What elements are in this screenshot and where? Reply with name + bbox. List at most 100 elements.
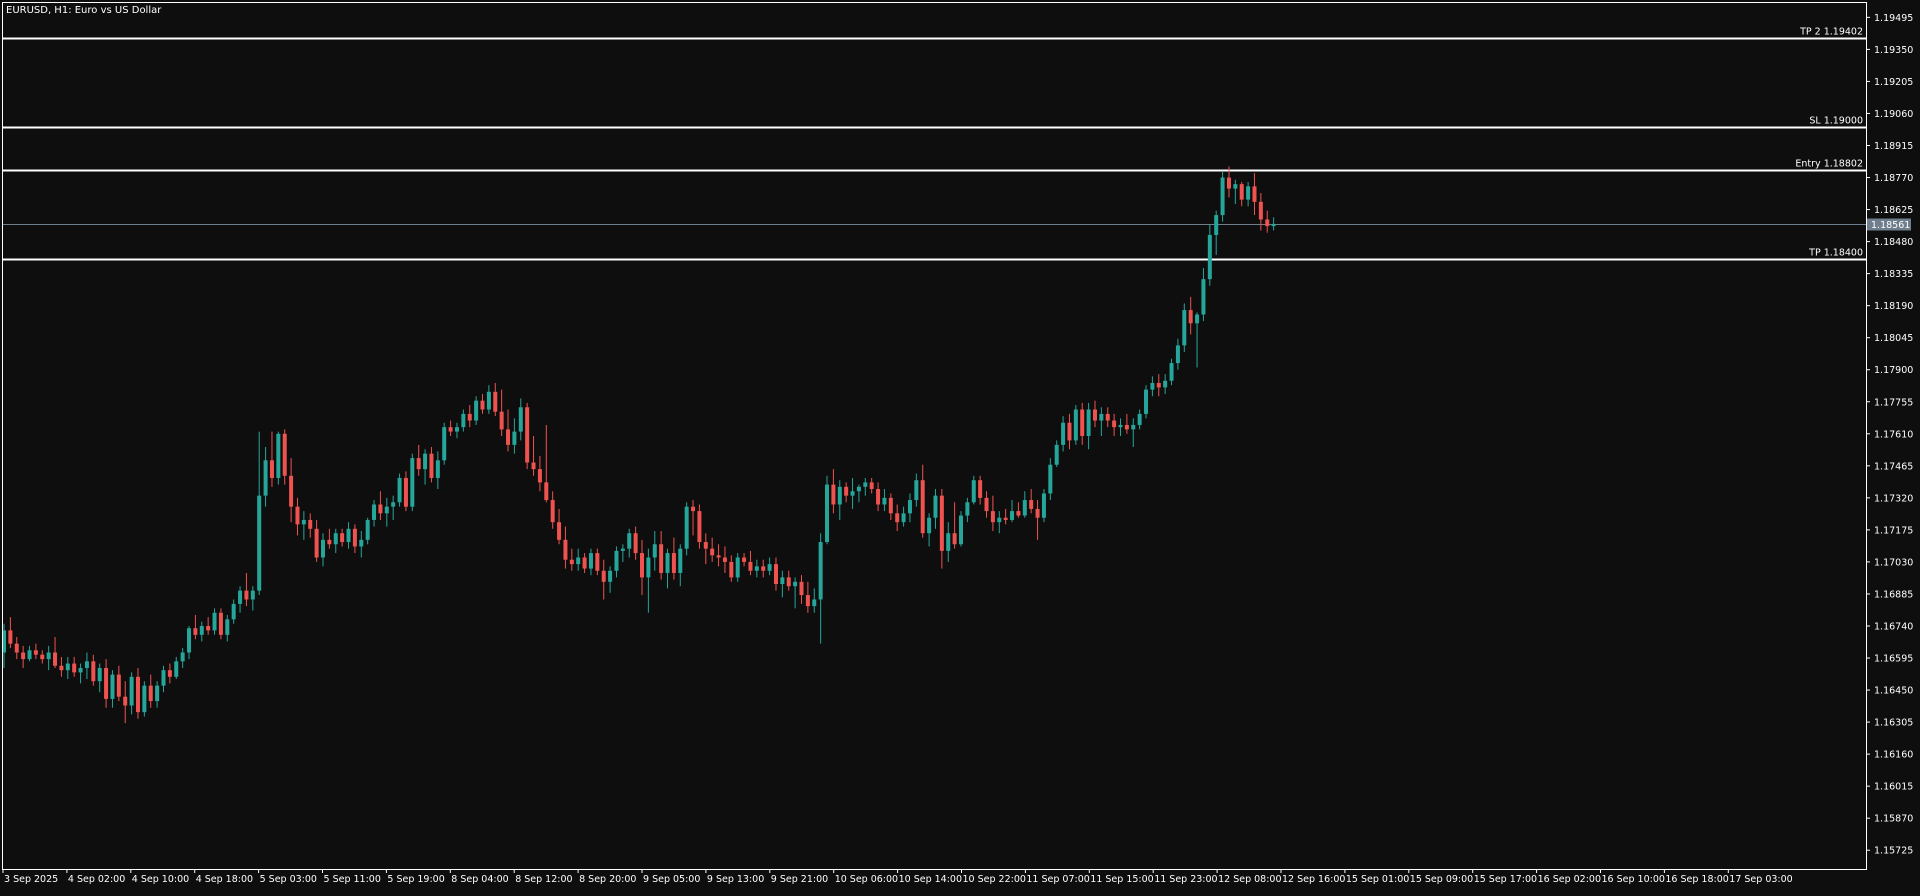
candle-body bbox=[1029, 500, 1034, 509]
candle-body bbox=[518, 407, 523, 432]
candle-body bbox=[1035, 508, 1040, 518]
candle-body bbox=[365, 519, 370, 540]
candle-body bbox=[84, 661, 89, 668]
x-tick-label: 8 Sep 20:00 bbox=[579, 874, 636, 885]
candle-body bbox=[352, 528, 357, 547]
x-tick-label: 5 Sep 19:00 bbox=[387, 874, 444, 885]
candle-body bbox=[467, 413, 472, 421]
candle-body bbox=[710, 548, 715, 556]
candle-body bbox=[27, 650, 32, 660]
candle-body bbox=[754, 566, 759, 571]
x-tick-label: 11 Sep 15:00 bbox=[1090, 874, 1153, 885]
candle-body bbox=[869, 482, 874, 490]
candle-body bbox=[1163, 380, 1168, 388]
candle-body bbox=[506, 429, 511, 445]
candle-body bbox=[837, 486, 842, 505]
candle-body bbox=[410, 458, 415, 507]
candle-body bbox=[301, 519, 306, 525]
candle-body bbox=[378, 504, 383, 514]
candle-body bbox=[1252, 186, 1257, 202]
y-tick-label: 1.16885 bbox=[1874, 589, 1913, 600]
candle-body bbox=[773, 564, 778, 585]
candle-body bbox=[359, 539, 364, 547]
candle-body bbox=[767, 564, 772, 571]
candle-body bbox=[614, 550, 619, 571]
candle-body bbox=[1054, 444, 1059, 465]
candle-body bbox=[850, 491, 855, 496]
candle-body bbox=[1137, 413, 1142, 425]
y-tick-label: 1.18045 bbox=[1874, 333, 1913, 344]
x-tick-label: 15 Sep 01:00 bbox=[1346, 874, 1409, 885]
x-tick-label: 4 Sep 18:00 bbox=[196, 874, 253, 885]
candle-body bbox=[646, 557, 651, 578]
y-tick-label: 1.16015 bbox=[1874, 782, 1913, 793]
candle-body bbox=[550, 500, 555, 523]
candle-body bbox=[59, 665, 64, 671]
candle-body bbox=[525, 407, 530, 463]
y-tick-label: 1.17175 bbox=[1874, 525, 1913, 536]
y-tick-label: 1.19060 bbox=[1874, 109, 1913, 120]
candle-body bbox=[1207, 234, 1212, 280]
price-chart[interactable]: TP 2 1.19402 SL 1.19000 Entry 1.18802 TP 1.… bbox=[0, 0, 1920, 892]
candle-body bbox=[920, 480, 925, 534]
candle-body bbox=[761, 566, 766, 571]
candle-body bbox=[461, 413, 466, 428]
candle-body bbox=[1195, 314, 1200, 324]
candle-body bbox=[697, 511, 702, 543]
candle-body bbox=[971, 480, 976, 503]
candle-body bbox=[595, 553, 600, 571]
candle-body bbox=[805, 595, 810, 607]
candle-body bbox=[793, 581, 798, 587]
candle-body bbox=[123, 696, 128, 706]
candle-body bbox=[652, 544, 657, 558]
candle-body bbox=[269, 460, 274, 478]
x-tick-label: 15 Sep 17:00 bbox=[1474, 874, 1537, 885]
candle-body bbox=[544, 482, 549, 501]
candle-body bbox=[582, 557, 587, 569]
candle-body bbox=[72, 663, 77, 673]
candle-body bbox=[818, 542, 823, 600]
candle-body bbox=[576, 557, 581, 565]
candle-body bbox=[1258, 201, 1263, 220]
candle-body bbox=[1233, 184, 1238, 189]
x-tick-label: 12 Sep 16:00 bbox=[1282, 874, 1345, 885]
candle-body bbox=[435, 460, 440, 478]
y-tick-label: 1.17465 bbox=[1874, 461, 1913, 472]
candle-body bbox=[314, 528, 319, 558]
candle-body bbox=[33, 650, 38, 655]
candle-body bbox=[799, 581, 804, 596]
candle-body bbox=[187, 628, 192, 653]
y-tick-label: 1.18335 bbox=[1874, 269, 1913, 280]
candle-body bbox=[722, 557, 727, 562]
candle-body bbox=[282, 433, 287, 476]
candle-body bbox=[1188, 310, 1193, 324]
candle-body bbox=[218, 612, 223, 635]
candle-body bbox=[276, 433, 281, 478]
candle-body bbox=[1118, 424, 1123, 428]
chart-area[interactable]: TP 2 1.19402 SL 1.19000 Entry 1.18802 TP 1.… bbox=[0, 0, 1920, 892]
candle-body bbox=[952, 533, 957, 545]
candle-body bbox=[863, 482, 868, 487]
y-tick-label: 1.19495 bbox=[1874, 13, 1913, 24]
candle-body bbox=[8, 630, 13, 644]
candle-body bbox=[148, 685, 153, 702]
level-label: Entry 1.18802 bbox=[1795, 159, 1863, 170]
y-tick-label: 1.19350 bbox=[1874, 45, 1913, 56]
level-label: SL 1.19000 bbox=[1809, 116, 1863, 127]
x-tick-label: 8 Sep 04:00 bbox=[451, 874, 508, 885]
candle-body bbox=[825, 484, 830, 543]
level-label: TP 1.18400 bbox=[1808, 248, 1863, 259]
candle-body bbox=[212, 612, 217, 631]
candle-body bbox=[1271, 223, 1276, 227]
y-tick-label: 1.18770 bbox=[1874, 173, 1913, 184]
candle-body bbox=[1169, 363, 1174, 381]
x-tick-label: 16 Sep 02:00 bbox=[1538, 874, 1601, 885]
candle-body bbox=[321, 539, 325, 558]
candle-body bbox=[927, 517, 932, 534]
x-tick-label: 5 Sep 03:00 bbox=[260, 874, 317, 885]
candle-body bbox=[933, 495, 938, 518]
candle-body bbox=[225, 619, 230, 635]
candle-body bbox=[308, 519, 313, 529]
y-tick-label: 1.17900 bbox=[1874, 365, 1913, 376]
candle-body bbox=[327, 539, 332, 545]
